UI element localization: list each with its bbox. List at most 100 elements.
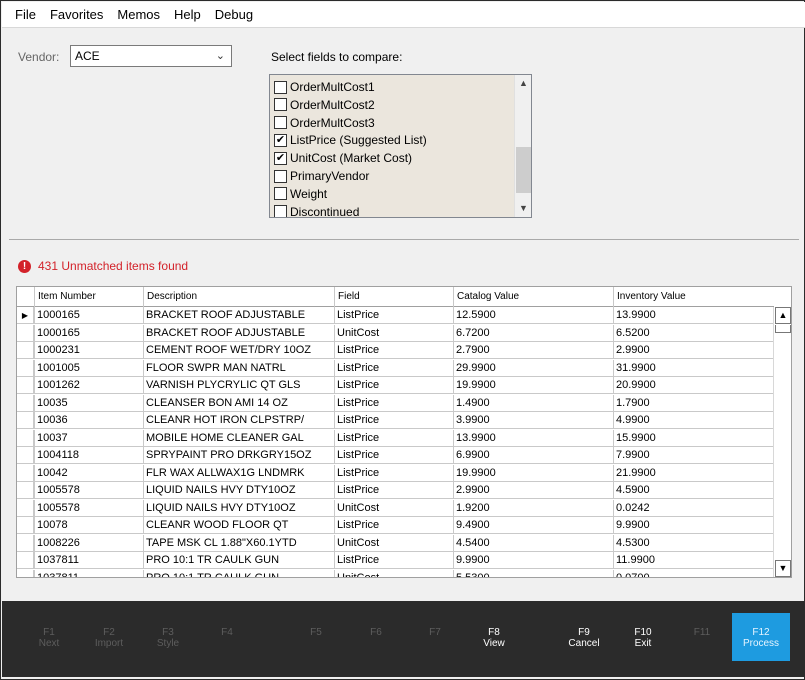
fkey-f4-button[interactable]: F4 <box>198 613 256 661</box>
row-header[interactable] <box>17 482 34 499</box>
scroll-down-icon[interactable]: ▼ <box>515 200 531 217</box>
fkey-label: Import <box>94 638 124 649</box>
fields-checklist[interactable]: OrderMultCost1 OrderMultCost2 OrderMultCos… <box>269 74 532 218</box>
fkey-f10-button[interactable]: F10 Exit <box>614 613 672 661</box>
table-row[interactable]: ▶ 1000165 BRACKET ROOF ADJUSTABLE ListPrice… <box>17 307 774 324</box>
checkbox-icon[interactable] <box>274 169 287 183</box>
table-row[interactable]: 10036 CLEANR HOT IRON CLPSTRP/ListPrice 3.… <box>17 412 774 429</box>
col-catalog-value[interactable]: Catalog Value <box>453 287 613 307</box>
current-row-arrow-icon[interactable]: ▶ <box>17 307 34 324</box>
fkey-label: Exit <box>634 638 652 649</box>
field-option[interactable]: Weight <box>274 185 327 203</box>
menu-help[interactable]: Help <box>167 2 208 28</box>
table-row[interactable]: 1037811 PRO 10:1 TR CAULK GUN UnitCost 5.53… <box>17 569 774 577</box>
scroll-up-icon[interactable]: ▲ <box>775 307 791 324</box>
table-row[interactable]: 1037811 PRO 10:1 TR CAULK GUN ListPrice 9.9… <box>17 552 774 569</box>
checkbox-checked-icon[interactable]: ✔ <box>274 133 287 147</box>
scroll-track[interactable] <box>775 325 791 333</box>
table-row[interactable]: 1001005 FLOOR SWPR MAN NATRL ListPrice 29.9… <box>17 359 774 377</box>
fkey-f2-button[interactable]: F2 Import <box>80 613 138 661</box>
table-row[interactable]: 10035 CLEANSER BON AMI 14 OZ ListPrice 1.49… <box>17 394 774 412</box>
row-header[interactable] <box>17 377 34 394</box>
cell-item-number: 10035 <box>34 394 143 412</box>
grid-scrollbar[interactable]: ▲ ▼ <box>773 307 791 577</box>
cell-inventory-value: 1.7900 <box>613 394 774 412</box>
checkbox-checked-icon[interactable]: ✔ <box>274 151 287 165</box>
col-item-number[interactable]: Item Number <box>34 287 143 307</box>
table-row[interactable]: 1004118 SPRYPAINT PRO DRKGRY15OZ ListPrice… <box>17 447 774 464</box>
row-header[interactable] <box>17 499 34 517</box>
field-option[interactable]: Discontinued <box>274 203 359 217</box>
vendor-select[interactable]: ACE ⌄ <box>70 45 232 67</box>
field-option[interactable]: ✔ ListPrice (Suggested List) <box>274 131 427 149</box>
checkbox-icon[interactable] <box>274 116 287 130</box>
fkey-f8-button[interactable]: F8 View <box>465 613 523 661</box>
cell-catalog-value: 9.9900 <box>453 552 613 569</box>
table-row[interactable]: 10042 FLR WAX ALLWAX1G LNDMRK ListPrice 19.… <box>17 464 774 482</box>
table-row[interactable]: 10037 MOBILE HOME CLEANER GAL ListPrice 13.… <box>17 429 774 447</box>
row-header[interactable] <box>17 569 34 577</box>
status-message: ! 431 Unmatched items found <box>18 259 188 273</box>
row-header[interactable] <box>17 552 34 569</box>
col-description[interactable]: Description <box>143 287 334 307</box>
scroll-up-icon[interactable]: ▲ <box>515 75 531 92</box>
table-row[interactable]: 1000231 CEMENT ROOF WET/DRY 10OZ ListPrice… <box>17 342 774 359</box>
checkbox-icon[interactable] <box>274 98 287 112</box>
table-row[interactable]: 1001262 VARNISH PLYCRYLIC QT GLS ListPrice… <box>17 377 774 394</box>
row-header[interactable] <box>17 447 34 464</box>
table-row[interactable]: 1005578 LIQUID NAILS HVY DTY10OZ UnitCost 1… <box>17 499 774 517</box>
vendor-value: ACE <box>75 49 100 63</box>
scroll-thumb[interactable] <box>516 147 531 193</box>
status-text: 431 Unmatched items found <box>38 259 189 273</box>
fkey-f12-button[interactable]: F12 Process <box>732 613 790 661</box>
col-inventory-value[interactable]: Inventory Value <box>613 287 774 307</box>
row-header[interactable] <box>17 342 34 359</box>
cell-item-number: 1001262 <box>34 377 143 394</box>
col-field[interactable]: Field <box>334 287 453 307</box>
cell-field: ListPrice <box>334 377 453 394</box>
field-option[interactable]: ✔ UnitCost (Market Cost) <box>274 149 412 167</box>
row-header[interactable] <box>17 517 34 534</box>
fkey-f1-button[interactable]: F1 Next <box>20 613 78 661</box>
fkey-key: F6 <box>370 627 382 638</box>
cell-description: BRACKET ROOF ADJUSTABLE <box>143 324 334 342</box>
menu-file[interactable]: File <box>8 2 43 28</box>
field-option[interactable]: OrderMultCost1 <box>274 78 375 96</box>
menu-debug[interactable]: Debug <box>208 2 260 28</box>
row-header[interactable] <box>17 412 34 429</box>
table-row[interactable]: 10078 CLEANR WOOD FLOOR QT ListPrice 9.4900… <box>17 517 774 534</box>
fkey-key: F11 <box>693 627 711 638</box>
cell-description: FLR WAX ALLWAX1G LNDMRK <box>143 464 334 482</box>
table-row[interactable]: 1005578 LIQUID NAILS HVY DTY10OZ ListPrice… <box>17 482 774 499</box>
row-header[interactable] <box>17 464 34 482</box>
fkey-f3-button[interactable]: F3 Style <box>139 613 197 661</box>
row-header[interactable] <box>17 534 34 552</box>
table-row[interactable]: 1008226 TAPE MSK CL 1.88"X60.1YTD UnitCost… <box>17 534 774 552</box>
row-header[interactable] <box>17 429 34 447</box>
fkey-f5-button[interactable]: F5 <box>287 613 345 661</box>
table-row[interactable]: 1000165 BRACKET ROOF ADJUSTABLE UnitCost 6.… <box>17 324 774 342</box>
field-option[interactable]: OrderMultCost3 <box>274 114 375 132</box>
fkey-f7-button[interactable]: F7 <box>406 613 464 661</box>
field-option[interactable]: PrimaryVendor <box>274 167 369 185</box>
row-header[interactable] <box>17 324 34 342</box>
checkbox-icon[interactable] <box>274 187 287 201</box>
fkey-f9-button[interactable]: F9 Cancel <box>555 613 613 661</box>
checkbox-icon[interactable] <box>274 205 287 217</box>
menu-memos[interactable]: Memos <box>110 2 167 28</box>
results-grid[interactable]: Item Number Description Field Catalog Va… <box>16 286 792 578</box>
row-header[interactable] <box>17 394 34 412</box>
field-option[interactable]: OrderMultCost2 <box>274 96 375 114</box>
fkey-f6-button[interactable]: F6 <box>347 613 405 661</box>
fields-scrollbar[interactable]: ▲ ▼ <box>514 75 531 217</box>
row-header[interactable] <box>17 359 34 377</box>
cell-catalog-value: 12.5900 <box>453 307 613 324</box>
fkey-label: Next <box>38 638 60 649</box>
checkbox-icon[interactable] <box>274 80 287 94</box>
grid-header: Item Number Description Field Catalog Va… <box>17 287 774 307</box>
scroll-down-icon[interactable]: ▼ <box>775 560 791 577</box>
menu-favorites[interactable]: Favorites <box>43 2 110 28</box>
cell-field: UnitCost <box>334 499 453 517</box>
fkey-f11-button[interactable]: F11 <box>673 613 731 661</box>
field-option-label: PrimaryVendor <box>290 169 370 183</box>
